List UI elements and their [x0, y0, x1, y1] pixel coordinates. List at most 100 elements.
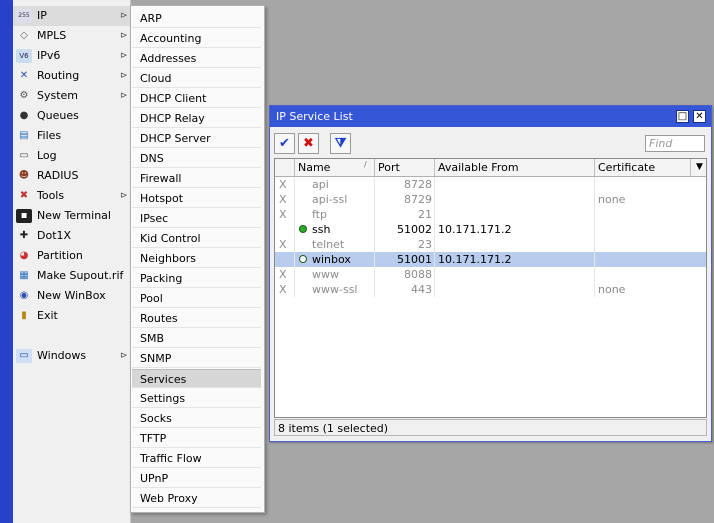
column-menu-dropdown-icon[interactable]: ▼	[693, 159, 706, 176]
row-port: 23	[418, 238, 432, 251]
restore-window-button[interactable]: □	[676, 110, 689, 123]
window-titlebar[interactable]: IP Service List □ ✕	[270, 106, 711, 127]
submenu-item-settings[interactable]: Settings	[132, 389, 261, 408]
submenu-item-socks[interactable]: Socks	[132, 409, 261, 428]
main-menu-item-log[interactable]: ▭ Log	[13, 146, 130, 166]
submenu-item-snmp[interactable]: SNMP	[132, 349, 261, 368]
main-menu-item-radius[interactable]: ☻ RADIUS	[13, 166, 130, 186]
main-menu-label: New Terminal	[37, 209, 111, 222]
submenu-item-dhcp-client[interactable]: DHCP Client	[132, 89, 261, 108]
submenu-item-dhcp-relay[interactable]: DHCP Relay	[132, 109, 261, 128]
main-menu-item-ip[interactable]: 255 IP ⊳	[13, 6, 130, 26]
submenu-item-upnp[interactable]: UPnP	[132, 469, 261, 488]
main-menu-item-windows[interactable]: ▭ Windows ⊳	[13, 346, 130, 366]
table-row[interactable]: Xtelnet 23	[275, 237, 706, 252]
submenu-item-packing[interactable]: Packing	[132, 269, 261, 288]
main-menu-item-new-terminal[interactable]: ▪ New Terminal	[13, 206, 130, 226]
main-menu-label: MPLS	[37, 29, 67, 42]
row-port: 21	[418, 208, 432, 221]
submenu-item-hotspot[interactable]: Hotspot	[132, 189, 261, 208]
submenu-item-dns[interactable]: DNS	[132, 149, 261, 168]
table-row[interactable]: Xapi-ssl 8729 none	[275, 192, 706, 207]
window-toolbar: ✔ ✖ ⧩ Find	[270, 128, 711, 156]
table-row[interactable]: Xwww 8088	[275, 267, 706, 282]
header-name[interactable]: Name	[295, 159, 375, 176]
main-menu-item-routing[interactable]: ✕ Routing ⊳	[13, 66, 130, 86]
header-available-from[interactable]: Available From	[435, 159, 595, 176]
submenu-item-dhcp-server[interactable]: DHCP Server	[132, 129, 261, 148]
submenu-item-ipsec[interactable]: IPsec	[132, 209, 261, 228]
submenu-arrow-icon: ⊳	[120, 51, 128, 61]
row-name-cell: api-ssl	[295, 192, 375, 207]
row-available-from	[435, 177, 595, 192]
main-menu-label: RADIUS	[37, 169, 79, 182]
filter-button[interactable]: ⧩	[330, 133, 351, 154]
row-name-cell: ssh	[295, 222, 375, 237]
main-menu-label: Windows	[37, 349, 87, 362]
header-certificate[interactable]: Certificate	[595, 159, 691, 176]
status-bar: 8 items (1 selected)	[274, 419, 707, 436]
main-menu-label: IPv6	[37, 49, 61, 62]
submenu-item-neighbors[interactable]: Neighbors	[132, 249, 261, 268]
terminal-icon: ▪	[16, 209, 32, 223]
row-name: winbox	[312, 253, 351, 266]
submenu-item-kid-control[interactable]: Kid Control	[132, 229, 261, 248]
main-menu-item-make-supout-rif[interactable]: ▦ Make Supout.rif	[13, 266, 130, 286]
submenu-item-routes[interactable]: Routes	[132, 309, 261, 328]
row-name: api	[312, 178, 329, 191]
submenu-item-accounting[interactable]: Accounting	[132, 29, 261, 48]
header-port[interactable]: Port	[375, 159, 435, 176]
mpls-icon: ◇	[20, 30, 28, 41]
spacer-icon	[299, 195, 307, 203]
spacer-icon	[299, 285, 307, 293]
main-menu-item-partition[interactable]: ◕ Partition	[13, 246, 130, 266]
submenu-arrow-icon: ⊳	[120, 91, 128, 101]
submenu-item-traffic-flow[interactable]: Traffic Flow	[132, 449, 261, 468]
winbox-icon: ◉	[19, 290, 29, 301]
row-certificate	[595, 267, 706, 282]
submenu-item-tftp[interactable]: TFTP	[132, 429, 261, 448]
main-menu-item-dot1x[interactable]: ✚ Dot1X	[13, 226, 130, 246]
close-window-button[interactable]: ✕	[693, 110, 706, 123]
table-row[interactable]: Xapi 8728	[275, 177, 706, 192]
main-menu-item-files[interactable]: ▤ Files	[13, 126, 130, 146]
main-menu-label: Files	[37, 129, 62, 142]
main-menu-item-system[interactable]: ⚙ System ⊳	[13, 86, 130, 106]
submenu-arrow-icon: ⊳	[120, 351, 128, 361]
table-header: Name / Port Available From Certificate ▼	[275, 159, 706, 177]
submenu-item-web-proxy[interactable]: Web Proxy	[132, 489, 261, 508]
table-row[interactable]: Xftp 21	[275, 207, 706, 222]
row-flag	[275, 222, 295, 237]
submenu-item-addresses[interactable]: Addresses	[132, 49, 261, 68]
radius-icon: ☻	[18, 170, 30, 181]
main-menu-item-ipv6[interactable]: V6 IPv6 ⊳	[13, 46, 130, 66]
row-available-from	[435, 282, 595, 297]
row-available-from: 10.171.171.2	[438, 253, 512, 266]
windows-icon: ▭	[16, 349, 32, 363]
table-row[interactable]: Xwww-ssl 443 none	[275, 282, 706, 297]
main-menu-item-exit[interactable]: ▮ Exit	[13, 306, 130, 326]
submenu-item-pool[interactable]: Pool	[132, 289, 261, 308]
table-row[interactable]: ssh 51002 10.171.171.2	[275, 222, 706, 237]
row-certificate	[595, 207, 706, 222]
column-divider	[374, 177, 375, 297]
submenu-item-services[interactable]: Services	[132, 369, 261, 388]
find-input[interactable]: Find	[645, 135, 705, 152]
main-menu-label: System	[37, 89, 79, 102]
table-row[interactable]: winbox 51001 10.171.171.2	[275, 252, 706, 267]
submenu-item-firewall[interactable]: Firewall	[132, 169, 261, 188]
main-menu-item-queues[interactable]: ● Queues	[13, 106, 130, 126]
submenu-item-cloud[interactable]: Cloud	[132, 69, 261, 88]
submenu-item-smb[interactable]: SMB	[132, 329, 261, 348]
enable-button[interactable]: ✔	[274, 133, 295, 154]
submenu-item-arp[interactable]: ARP	[132, 9, 261, 28]
disable-button[interactable]: ✖	[298, 133, 319, 154]
main-menu-item-new-winbox[interactable]: ◉ New WinBox	[13, 286, 130, 306]
main-menu-label: Dot1X	[37, 229, 72, 242]
system-gear-icon: ⚙	[19, 90, 29, 101]
row-port: 8728	[404, 178, 432, 191]
main-menu-item-tools[interactable]: ✖ Tools ⊳	[13, 186, 130, 206]
header-flag[interactable]	[275, 159, 295, 176]
row-available-from	[435, 267, 595, 282]
main-menu-item-mpls[interactable]: ◇ MPLS ⊳	[13, 26, 130, 46]
